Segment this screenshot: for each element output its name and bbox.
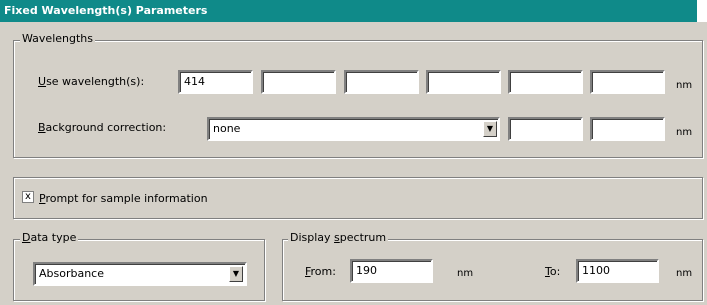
background-correction-select[interactable]: none	[207, 117, 500, 141]
wavelength-input-1[interactable]: 414	[178, 70, 253, 94]
to-label: To:	[545, 265, 561, 278]
background-extra-input-2[interactable]	[590, 117, 665, 141]
wavelength-input-6[interactable]	[590, 70, 665, 94]
from-label: From:	[305, 265, 336, 278]
window-title: Fixed Wavelength(s) Parameters	[4, 4, 208, 17]
data-type-dropdown-button[interactable]: ▼	[229, 266, 243, 282]
use-wavelength-label: Use wavelength(s):	[38, 75, 145, 88]
wavelength-input-3[interactable]	[344, 70, 419, 94]
title-bar: Fixed Wavelength(s) Parameters	[0, 0, 707, 22]
from-input[interactable]: 190	[350, 259, 433, 283]
prompt-sample-info-checkbox[interactable]: x	[22, 191, 34, 203]
background-unit: nm	[676, 127, 693, 138]
display-spectrum-group-label: Display spectrum	[288, 231, 389, 244]
data-type-group-label: Data type	[20, 231, 79, 244]
from-unit: nm	[457, 268, 474, 279]
chevron-down-icon: ▼	[232, 269, 240, 278]
to-input[interactable]: 1100	[576, 259, 659, 283]
background-extra-input-1[interactable]	[508, 117, 583, 141]
wavelength-input-2[interactable]	[261, 70, 336, 94]
wavelengths-group-label: Wavelengths	[20, 32, 95, 45]
wavelength-input-5[interactable]	[508, 70, 583, 94]
title-bar-edge	[697, 0, 707, 22]
background-dropdown-button[interactable]: ▼	[483, 121, 497, 137]
background-correction-label: Background correction:	[38, 121, 167, 134]
wavelength-unit: nm	[676, 80, 693, 91]
chevron-down-icon: ▼	[486, 124, 494, 133]
wavelength-input-4[interactable]	[426, 70, 501, 94]
prompt-sample-info-label[interactable]: Prompt for sample information	[39, 192, 208, 205]
to-unit: nm	[676, 268, 693, 279]
data-type-select[interactable]: Absorbance	[33, 262, 247, 286]
